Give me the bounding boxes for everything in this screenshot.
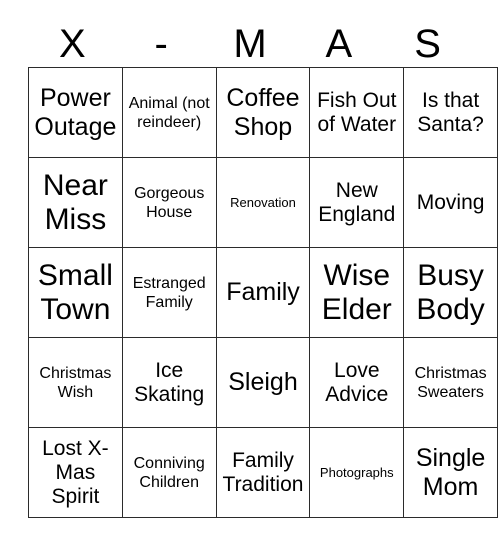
- bingo-cell-label: Lost X-Mas Spirit: [42, 436, 109, 508]
- bingo-cell[interactable]: Lost X-Mas Spirit: [28, 427, 123, 518]
- bingo-cell[interactable]: Renovation: [215, 157, 311, 248]
- bingo-cell[interactable]: Fish Out of Water: [309, 67, 405, 158]
- bingo-cell[interactable]: Conniving Children: [121, 427, 217, 518]
- bingo-cell[interactable]: Family Tradition: [215, 427, 311, 518]
- bingo-cell-label: Love Advice: [325, 358, 389, 406]
- bingo-row: Power Outage Animal (not reindeer) Coffe…: [28, 67, 498, 158]
- bingo-cell-label: Renovation: [230, 194, 296, 210]
- bingo-cell[interactable]: Power Outage: [28, 67, 123, 158]
- header-letter-1: -: [154, 21, 168, 66]
- bingo-cell[interactable]: Wise Elder: [309, 247, 405, 338]
- bingo-cell-label: Animal (not reindeer): [128, 94, 210, 131]
- bingo-cell[interactable]: New England: [309, 157, 405, 248]
- bingo-cell-label: Fish Out of Water: [317, 88, 397, 136]
- bingo-row: Lost X-Mas Spirit Conniving Children Fam…: [28, 427, 498, 518]
- bingo-cell[interactable]: Small Town: [28, 247, 123, 338]
- bingo-cell-label: Estranged Family: [132, 274, 206, 311]
- bingo-cell[interactable]: Estranged Family: [121, 247, 217, 338]
- bingo-cell[interactable]: Single Mom: [403, 427, 498, 518]
- bingo-cell-label: Power Outage: [34, 83, 117, 141]
- bingo-cell-label: Wise Elder: [321, 258, 392, 326]
- bingo-cell[interactable]: Family: [215, 247, 311, 338]
- bingo-cell-label: Busy Body: [416, 258, 485, 326]
- bingo-cell-label: Ice Skating: [134, 358, 205, 406]
- bingo-cell-label: Family Tradition: [222, 448, 304, 496]
- bingo-cell[interactable]: Coffee Shop: [215, 67, 311, 158]
- bingo-cell[interactable]: Moving: [403, 157, 498, 248]
- bingo-cell[interactable]: Is that Santa?: [403, 67, 498, 158]
- bingo-cell-label: Small Town: [37, 258, 113, 326]
- bingo-cell[interactable]: Christmas Sweaters: [403, 337, 498, 428]
- bingo-cell-label: Conniving Children: [133, 454, 205, 491]
- bingo-cell-label: Family: [226, 278, 300, 306]
- bingo-row: Small Town Estranged Family Family Wise …: [28, 247, 498, 338]
- bingo-cell[interactable]: Christmas Wish: [28, 337, 123, 428]
- bingo-cell[interactable]: Love Advice: [309, 337, 405, 428]
- bingo-cell-label: Photographs: [319, 464, 394, 480]
- bingo-cell-label: Gorgeous House: [134, 184, 205, 221]
- bingo-cell[interactable]: Photographs: [309, 427, 405, 518]
- bingo-grid: Power Outage Animal (not reindeer) Coffe…: [28, 67, 498, 518]
- header-letter-2: M: [233, 21, 267, 66]
- bingo-cell-label: Moving: [416, 190, 485, 214]
- header-letter-0: X: [59, 21, 86, 66]
- header-letter-4: S: [414, 21, 441, 66]
- bingo-cell[interactable]: Busy Body: [403, 247, 498, 338]
- header-letter-3: A: [325, 21, 353, 66]
- bingo-row: Christmas Wish Ice Skating Sleigh Love A…: [28, 337, 498, 428]
- bingo-cell[interactable]: Gorgeous House: [121, 157, 217, 248]
- bingo-cell[interactable]: Animal (not reindeer): [121, 67, 217, 158]
- bingo-cell-label: New England: [318, 178, 396, 226]
- bingo-cell-label: Coffee Shop: [226, 83, 300, 141]
- bingo-cell-label: Sleigh: [228, 368, 298, 396]
- bingo-header-row: X - M A S: [28, 20, 472, 67]
- bingo-cell[interactable]: Near Miss: [28, 157, 123, 248]
- bingo-cell-label: Christmas Sweaters: [414, 364, 487, 401]
- bingo-row: Near Miss Gorgeous House Renovation New …: [28, 157, 498, 248]
- bingo-cell-label: Single Mom: [415, 443, 486, 501]
- bingo-cell[interactable]: Sleigh: [215, 337, 311, 428]
- bingo-cell-label: Is that Santa?: [417, 88, 484, 136]
- bingo-cell-label: Christmas Wish: [39, 364, 112, 401]
- bingo-cell-label: Near Miss: [42, 168, 108, 236]
- bingo-cell[interactable]: Ice Skating: [121, 337, 217, 428]
- bingo-card: X - M A S Power Outage Animal (not reind…: [28, 20, 498, 518]
